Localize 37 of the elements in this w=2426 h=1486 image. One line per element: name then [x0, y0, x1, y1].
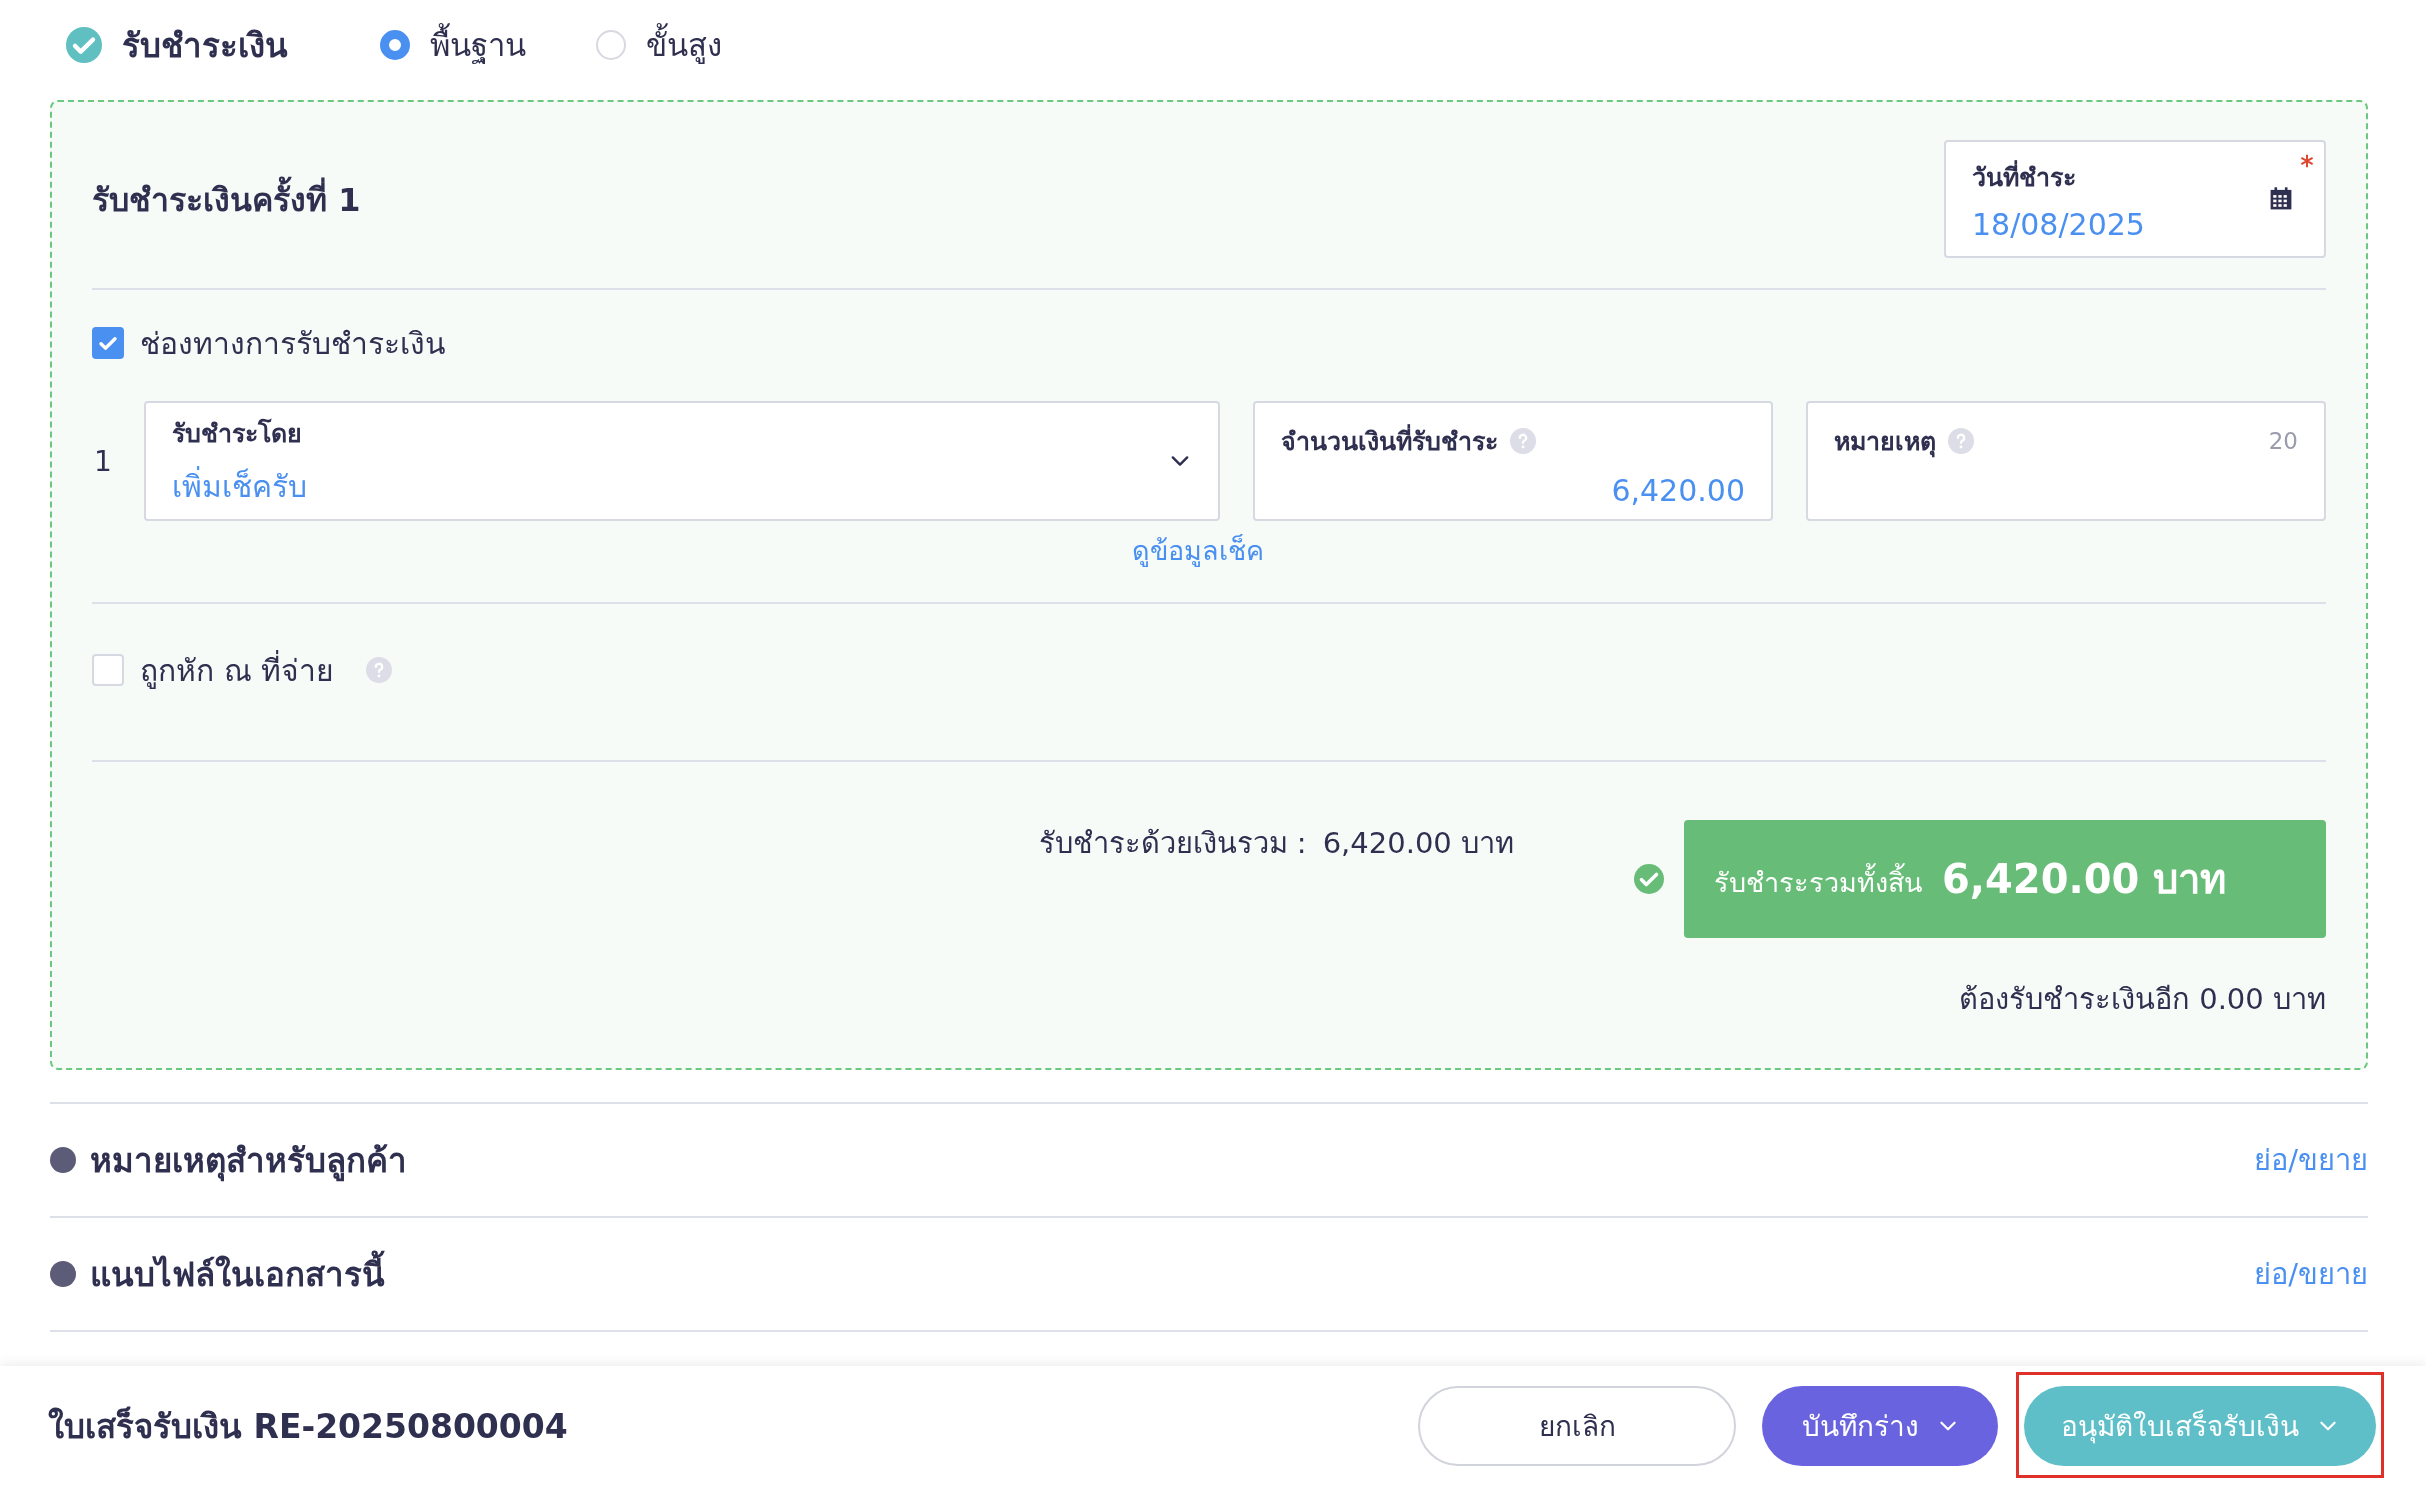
help-icon: [1510, 428, 1536, 454]
document-title: ใบเสร็จรับเงิน RE-20250800004: [48, 1405, 568, 1448]
section-title: แนบไฟล์ในเอกสารนี้: [90, 1247, 385, 1301]
cancel-button[interactable]: ยกเลิก: [1418, 1386, 1736, 1466]
panel-title: รับชำระเงินครั้งที่ 1: [92, 173, 361, 225]
field-label: วันที่ชำระ: [1972, 159, 2077, 194]
row-number: 1: [93, 444, 113, 478]
radio-label[interactable]: พื้นฐาน: [430, 20, 526, 70]
bullet-icon: [50, 1261, 76, 1287]
field-label: รับชำระโดย: [172, 417, 303, 450]
field-label: หมายเหตุ: [1834, 426, 1936, 460]
character-counter: 20: [2268, 428, 2298, 454]
help-icon: [366, 657, 393, 683]
date-field[interactable]: วันที่ชำระ 18/08/2025: [1944, 140, 2326, 258]
radio-label[interactable]: ขั้นสูง: [646, 20, 722, 70]
field-label: จำนวนเงินที่รับชำระ: [1281, 421, 1498, 461]
total-label: รับชำระรวมทั้งสิ้น: [1714, 860, 1922, 904]
checkbox[interactable]: [92, 327, 124, 359]
field-value: 6,420.00: [1610, 473, 1745, 508]
remaining-amount: ต้องรับชำระเงินอีก 0.00 บาท: [1958, 981, 2326, 1018]
calendar-icon[interactable]: [2268, 186, 2294, 212]
amount-field[interactable]: จำนวนเงินที่รับชำระ 6,420.00: [1253, 401, 1773, 521]
checkbox-label[interactable]: ถูกหัก ณ ที่จ่าย: [140, 646, 335, 694]
total-amount: 6,420.00 บาท: [1942, 855, 2227, 904]
checkbox-label[interactable]: ช่องทางการรับชำระเงิน: [140, 319, 446, 367]
save-draft-button[interactable]: บันทึกร่าง: [1762, 1386, 1998, 1466]
radio-button[interactable]: [380, 30, 410, 60]
bullet-icon: [50, 1147, 76, 1173]
help-icon: [1948, 428, 1974, 454]
field-value: 18/08/2025: [1972, 206, 2145, 242]
section-title: รับชำระเงิน: [122, 24, 288, 67]
subtotal-label: รับชำระด้วยเงินรวม :: [1038, 825, 1307, 862]
note-field[interactable]: หมายเหตุ 20: [1806, 401, 2326, 521]
subtotal-value: 6,420.00 บาท: [1322, 825, 1514, 862]
payment-method-select[interactable]: รับชำระโดย เพิ่มเช็ครับ: [144, 401, 1220, 521]
field-value: เพิ่มเช็ครับ: [172, 465, 307, 506]
section-title: หมายเหตุสำหรับลูกค้า: [90, 1139, 407, 1184]
